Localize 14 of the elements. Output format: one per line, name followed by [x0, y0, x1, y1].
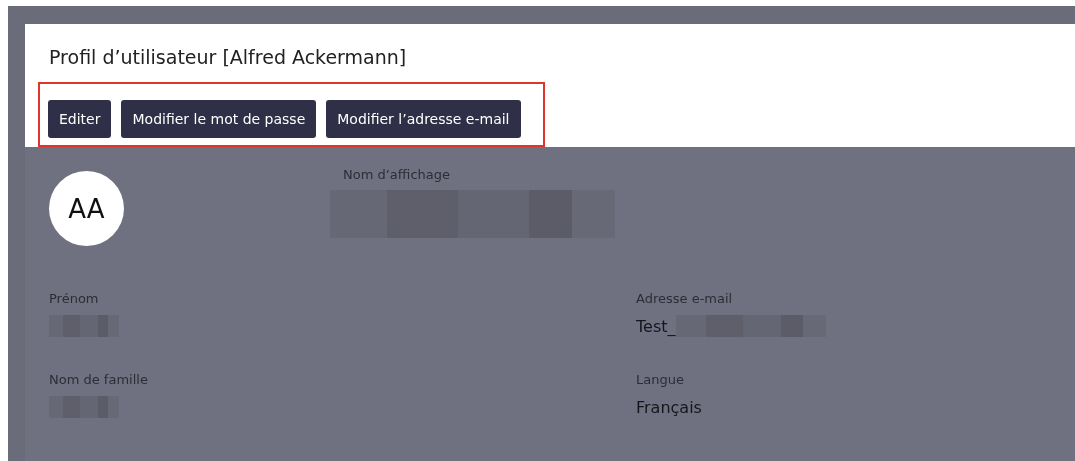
redacted-block — [49, 315, 119, 337]
page-title: Profil d’utilisateur [Alfred Ackermann] — [48, 45, 408, 70]
redacted-block — [49, 396, 119, 418]
avatar: AA — [49, 171, 124, 246]
field-label: Langue — [636, 372, 684, 387]
field-label: Nom d’affichage — [343, 167, 450, 182]
action-button[interactable]: Modifier l’adresse e-mail — [326, 100, 521, 138]
field-value: Test_ — [636, 316, 676, 336]
action-button[interactable]: Modifier le mot de passe — [121, 100, 317, 138]
field-value: Français — [636, 397, 702, 417]
action-button[interactable]: Editer — [48, 100, 112, 138]
field-label: Adresse e-mail — [636, 291, 733, 306]
field-label: Prénom — [49, 291, 99, 306]
field-label: Nom de famille — [49, 372, 148, 387]
